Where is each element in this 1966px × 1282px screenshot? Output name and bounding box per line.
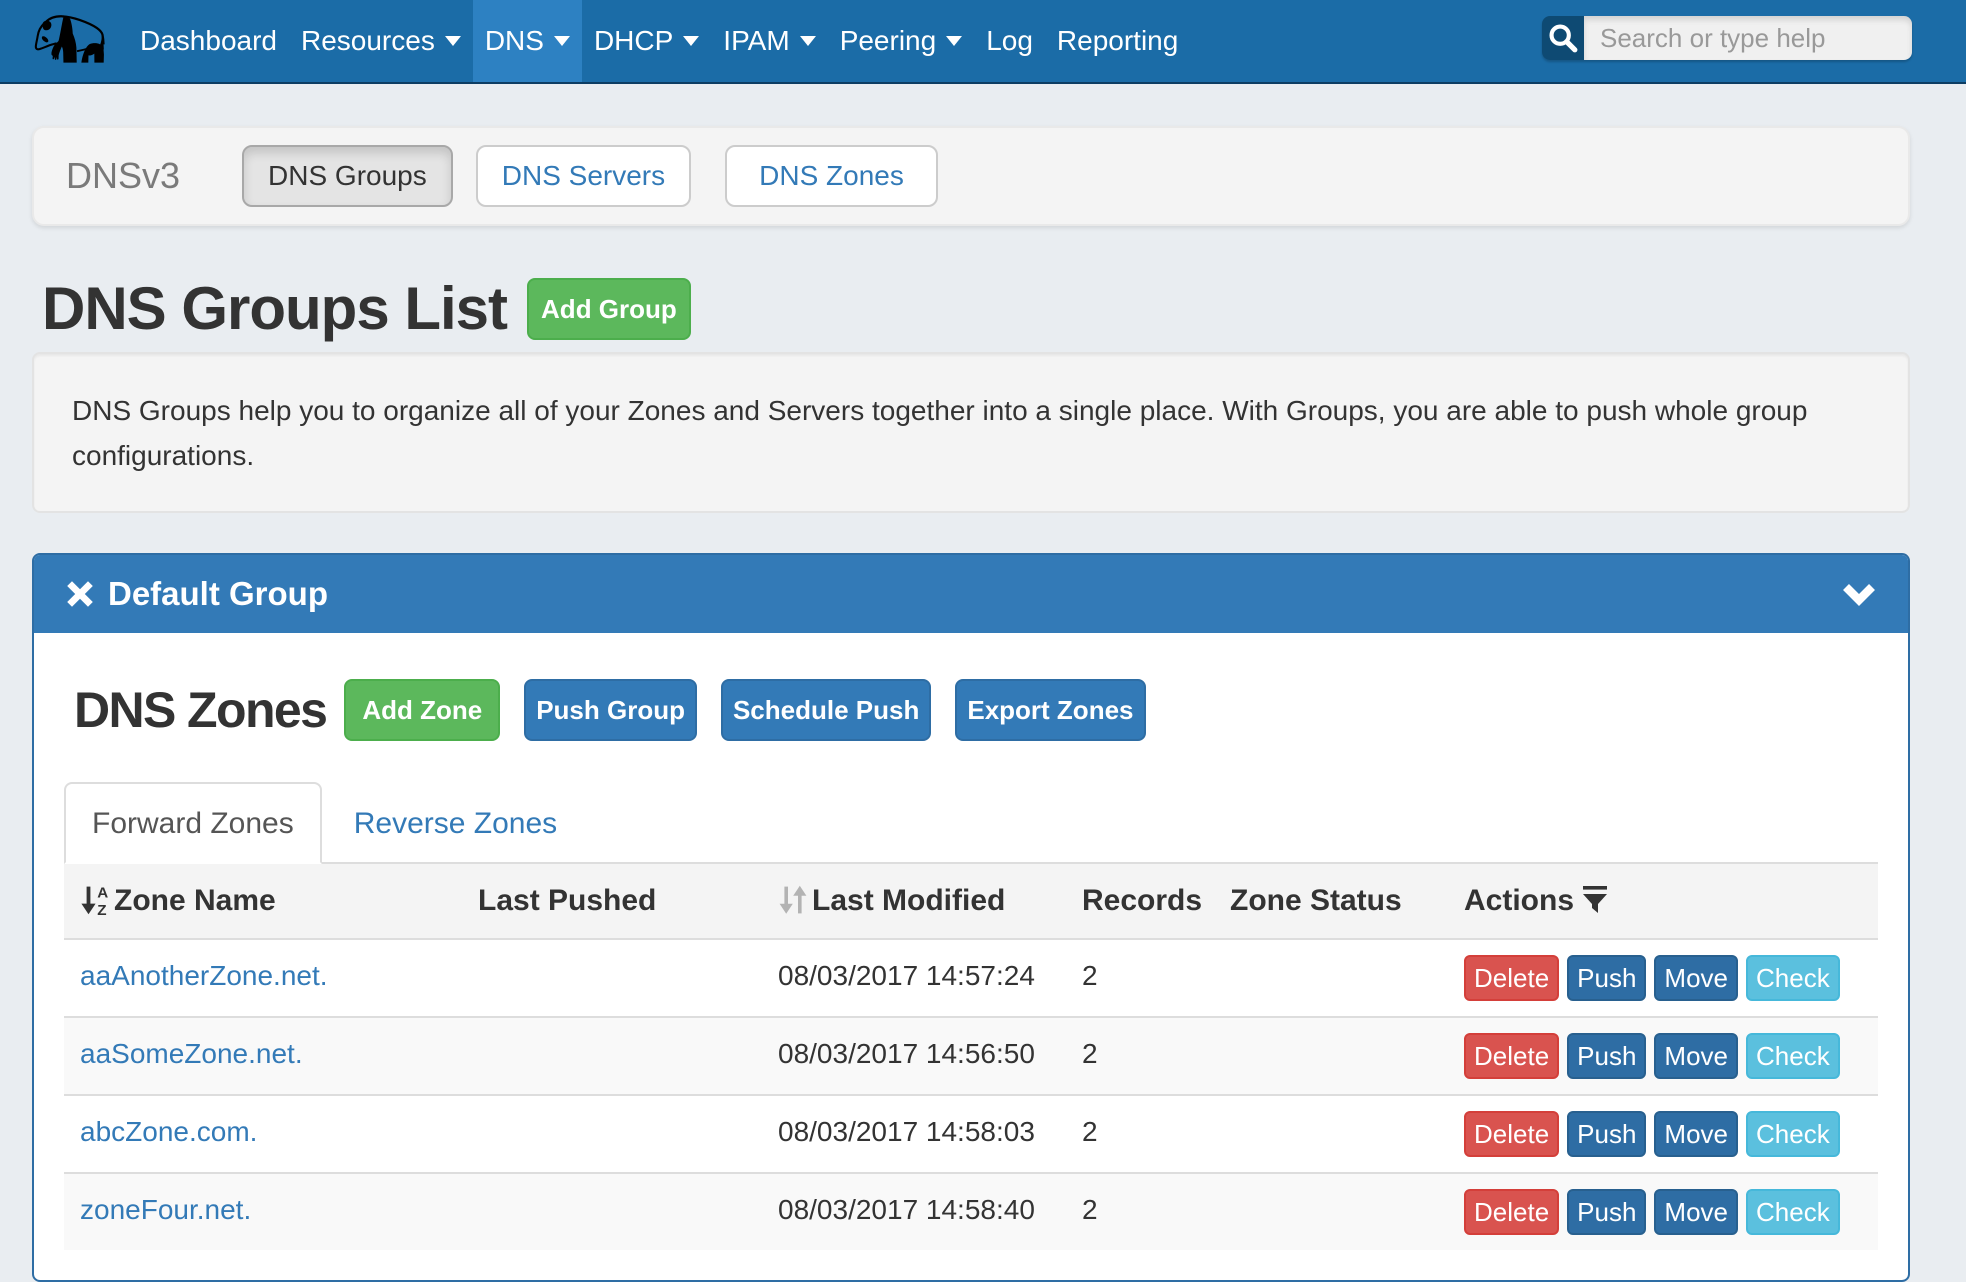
svg-text:A: A xyxy=(97,885,108,902)
svg-text:Z: Z xyxy=(97,902,106,915)
